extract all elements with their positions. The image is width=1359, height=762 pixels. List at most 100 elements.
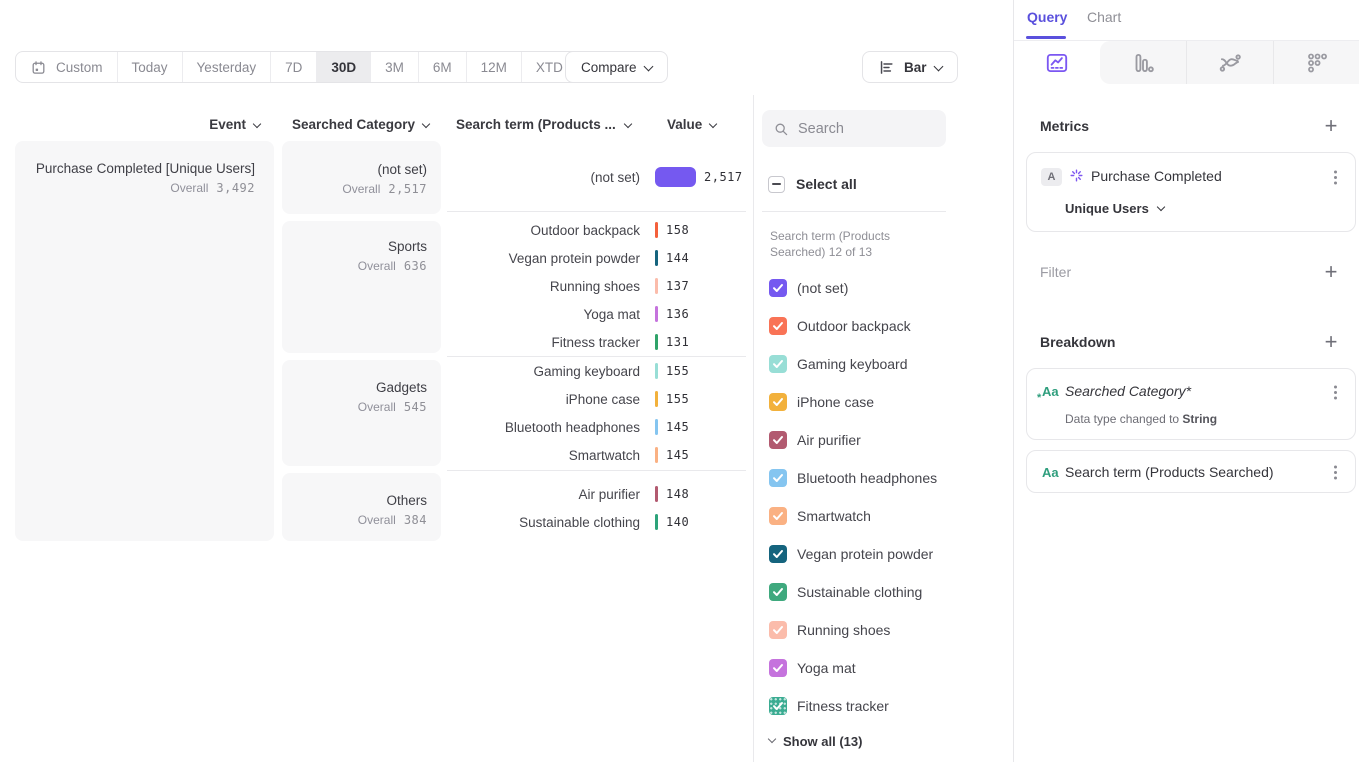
report-type-retention[interactable] xyxy=(1273,41,1359,84)
bar[interactable] xyxy=(655,363,658,379)
active-tab-indicator xyxy=(1026,36,1066,39)
bar-row[interactable]: Bluetooth headphones 145 xyxy=(447,413,747,441)
checkbox-checked[interactable] xyxy=(769,355,787,373)
search-input[interactable] xyxy=(798,121,928,137)
legend-item[interactable]: iPhone case xyxy=(769,383,874,421)
bar[interactable] xyxy=(655,391,658,407)
group-divider xyxy=(447,211,746,212)
add-breakdown-button[interactable]: + xyxy=(1317,329,1345,355)
string-property-icon: Aa* xyxy=(1042,384,1059,399)
bar[interactable] xyxy=(655,447,658,463)
date-preset-7d[interactable]: 7D xyxy=(271,52,317,82)
bar-row[interactable]: Air purifier 148 xyxy=(447,480,747,508)
legend-item[interactable]: Smartwatch xyxy=(769,497,871,535)
breakdown-title: Searched Category* xyxy=(1065,383,1191,399)
date-preset-today[interactable]: Today xyxy=(118,52,183,82)
chevron-down-icon xyxy=(709,119,717,127)
legend-item[interactable]: Outdoor backpack xyxy=(769,307,911,345)
date-preset-yesterday[interactable]: Yesterday xyxy=(183,52,272,82)
checkbox-checked[interactable] xyxy=(769,621,787,639)
checkbox-checked[interactable] xyxy=(769,659,787,677)
add-metric-button[interactable]: + xyxy=(1317,113,1345,139)
breakdown-card[interactable]: Aa* Searched Category* Data type changed… xyxy=(1026,368,1356,440)
report-type-funnels[interactable] xyxy=(1100,41,1186,84)
chart-type-dropdown[interactable]: Bar xyxy=(862,51,958,83)
bar-row[interactable]: Smartwatch 145 xyxy=(447,441,747,469)
column-header-event[interactable]: Event xyxy=(95,117,260,132)
report-type-flows[interactable] xyxy=(1186,41,1273,84)
add-filter-button[interactable]: + xyxy=(1317,259,1345,285)
filter-heading: Filter xyxy=(1040,264,1071,280)
bar-row[interactable]: Outdoor backpack 158 xyxy=(447,216,747,244)
bar-row[interactable]: iPhone case 155 xyxy=(447,385,747,413)
breakdown-card[interactable]: Aa Search term (Products Searched) xyxy=(1026,450,1356,493)
checkbox-checked[interactable] xyxy=(769,317,787,335)
legend-item[interactable]: Vegan protein powder xyxy=(769,535,933,573)
legend-item[interactable]: Gaming keyboard xyxy=(769,345,908,383)
legend-item[interactable]: Air purifier xyxy=(769,421,861,459)
bar[interactable] xyxy=(655,167,696,187)
bar[interactable] xyxy=(655,306,658,322)
group-divider xyxy=(447,470,746,471)
date-preset-custom[interactable]: Custom xyxy=(16,52,118,82)
date-preset-label: Custom xyxy=(56,60,103,75)
checkbox-checked[interactable] xyxy=(769,279,787,297)
category-cell-not-set[interactable]: (not set) Overall2,517 xyxy=(282,141,441,214)
retention-icon xyxy=(1304,50,1330,76)
bar-row[interactable]: Running shoes 137 xyxy=(447,272,747,300)
category-cell-others[interactable]: Others Overall384 xyxy=(282,473,441,541)
select-all[interactable]: Select all xyxy=(768,172,857,196)
string-property-icon: Aa xyxy=(1042,465,1059,480)
bar-row[interactable]: Sustainable clothing 140 xyxy=(447,508,747,536)
checkbox-checked[interactable] xyxy=(769,393,787,411)
legend-item[interactable]: Sustainable clothing xyxy=(769,573,922,611)
legend-item[interactable]: Running shoes xyxy=(769,611,890,649)
bar-row[interactable]: Vegan protein powder 144 xyxy=(447,244,747,272)
legend-item[interactable]: Bluetooth headphones xyxy=(769,459,937,497)
legend-item[interactable]: Fitness tracker xyxy=(769,687,889,725)
kebab-menu-icon[interactable] xyxy=(1325,461,1345,483)
date-preset-6m[interactable]: 6M xyxy=(419,52,467,82)
tab-query[interactable]: Query xyxy=(1027,9,1067,25)
chevron-down-icon xyxy=(422,119,430,127)
checkbox-checked[interactable] xyxy=(769,545,787,563)
kebab-menu-icon[interactable] xyxy=(1325,381,1345,403)
legend-caption: Search term (Products Searched) 12 of 13 xyxy=(770,228,942,260)
event-cell[interactable]: Purchase Completed [Unique Users] Overal… xyxy=(15,141,274,541)
category-cell-sports[interactable]: Sports Overall636 xyxy=(282,221,441,353)
bar-row[interactable]: (not set) 2,517 xyxy=(447,163,747,191)
legend-search[interactable] xyxy=(762,110,946,147)
bar-row[interactable]: Fitness tracker 131 xyxy=(447,328,747,356)
show-all-toggle[interactable]: Show all (13) xyxy=(769,727,862,755)
bar[interactable] xyxy=(655,222,658,238)
compare-button[interactable]: Compare xyxy=(565,51,668,83)
kebab-menu-icon[interactable] xyxy=(1325,166,1345,188)
bar[interactable] xyxy=(655,278,658,294)
checkbox-checked[interactable] xyxy=(769,507,787,525)
tab-chart[interactable]: Chart xyxy=(1087,9,1121,25)
legend-item[interactable]: (not set) xyxy=(769,269,848,307)
bar[interactable] xyxy=(655,514,658,530)
checkbox-checked[interactable] xyxy=(769,697,787,715)
column-header-searched-category[interactable]: Searched Category xyxy=(292,117,429,132)
date-preset-30d[interactable]: 30D xyxy=(317,52,371,82)
column-header-search-term[interactable]: Search term (Products ... xyxy=(456,117,631,132)
report-type-insights[interactable] xyxy=(1014,41,1100,84)
bar[interactable] xyxy=(655,250,658,266)
checkbox-checked[interactable] xyxy=(769,469,787,487)
bar[interactable] xyxy=(655,486,658,502)
legend-item[interactable]: Yoga mat xyxy=(769,649,856,687)
bar-row[interactable]: Gaming keyboard 155 xyxy=(447,357,747,385)
bar[interactable] xyxy=(655,334,658,350)
indeterminate-checkbox[interactable] xyxy=(768,176,785,193)
category-cell-gadgets[interactable]: Gadgets Overall545 xyxy=(282,360,441,466)
checkbox-checked[interactable] xyxy=(769,431,787,449)
metric-card[interactable]: A Purchase Completed Unique Users xyxy=(1026,152,1356,232)
date-preset-3m[interactable]: 3M xyxy=(371,52,419,82)
aggregation-dropdown[interactable]: Unique Users xyxy=(1065,201,1164,216)
column-header-value[interactable]: Value xyxy=(667,117,716,132)
bar[interactable] xyxy=(655,419,658,435)
bar-row[interactable]: Yoga mat 136 xyxy=(447,300,747,328)
checkbox-checked[interactable] xyxy=(769,583,787,601)
date-preset-12m[interactable]: 12M xyxy=(467,52,522,82)
